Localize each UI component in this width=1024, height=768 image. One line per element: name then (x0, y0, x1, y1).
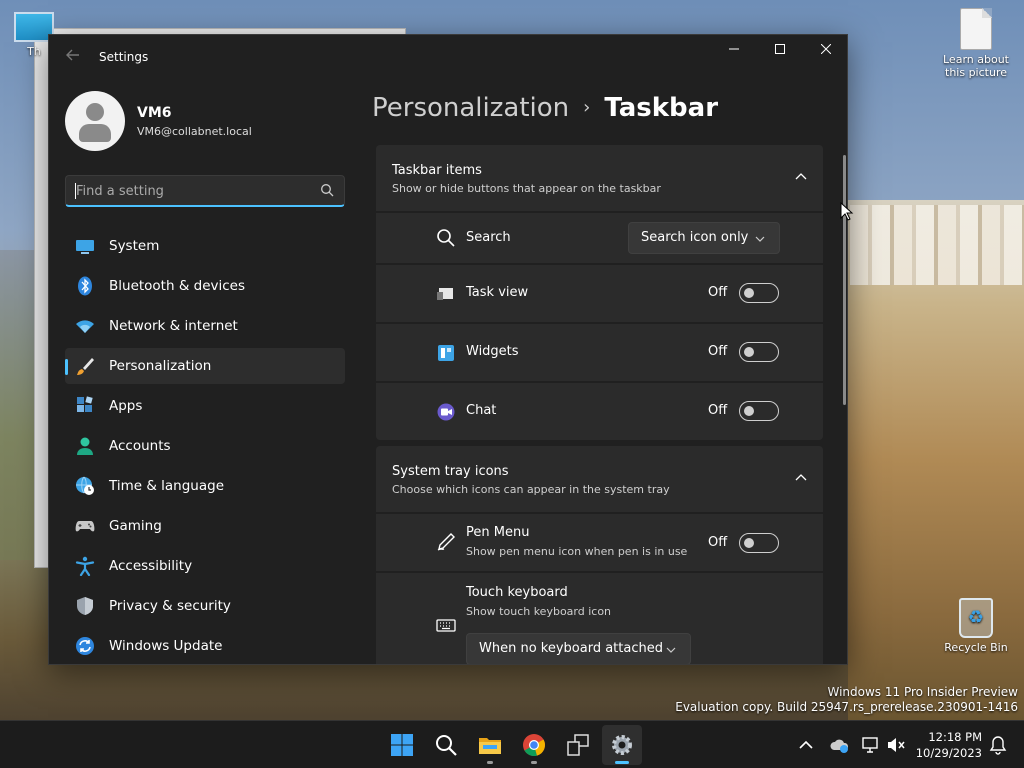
task-view-icon (567, 734, 589, 756)
person-icon (77, 437, 93, 455)
close-button[interactable] (803, 35, 847, 65)
chat-toggle[interactable] (739, 401, 779, 421)
folder-icon (479, 738, 501, 754)
sidebar-item-network[interactable]: Network & internet (65, 308, 345, 344)
settings-app-button[interactable] (602, 725, 642, 765)
apps-icon (77, 396, 93, 412)
system-clock[interactable]: 12:18 PM 10/29/2023 (912, 729, 982, 761)
bluetooth-icon (78, 276, 92, 296)
sidebar-item-personalization[interactable]: Personalization (65, 348, 345, 384)
pen-icon (437, 533, 455, 551)
recycle-bin-icon: ♻ (959, 598, 993, 638)
globe-clock-icon (76, 476, 94, 495)
search-box[interactable] (65, 175, 345, 207)
sidebar-item-apps[interactable]: Apps (65, 388, 345, 424)
windows-logo-icon (391, 734, 413, 756)
evaluation-watermark: Windows 11 Pro Insider Preview Evaluatio… (675, 685, 1018, 714)
taskbar-items-header[interactable]: Taskbar items Show or hide buttons that … (376, 145, 823, 211)
start-button[interactable] (382, 725, 422, 765)
pen-menu-row: Pen Menu Show pen menu icon when pen is … (376, 514, 823, 571)
wifi-icon (76, 320, 94, 333)
pen-menu-toggle[interactable] (739, 533, 779, 553)
task-view-toggle[interactable] (739, 283, 779, 303)
mouse-cursor-icon (840, 202, 854, 221)
taskbar: 12:18 PM 10/29/2023 (0, 720, 1024, 768)
user-name: VM6 (137, 105, 172, 121)
recycle-bin-desktop-icon[interactable]: ♻ Recycle Bin (940, 598, 1012, 654)
sidebar-item-privacy[interactable]: Privacy & security (65, 588, 345, 624)
file-icon (960, 8, 992, 50)
settings-content: Taskbar items Show or hide buttons that … (376, 145, 823, 664)
chrome-icon (523, 734, 545, 757)
gamepad-icon (75, 521, 95, 532)
search-icon (436, 735, 457, 756)
user-email: VM6@collabnet.local (137, 125, 252, 138)
scrollbar[interactable] (843, 155, 846, 405)
sidebar-item-gaming[interactable]: Gaming (65, 508, 345, 544)
onedrive-icon[interactable] (830, 735, 850, 755)
chrome-button[interactable] (514, 725, 554, 765)
breadcrumb-separator: › (583, 97, 591, 118)
gear-icon (612, 735, 632, 755)
chat-row: Chat Off (376, 383, 823, 440)
file-explorer-button[interactable] (470, 725, 510, 765)
back-button[interactable] (63, 47, 83, 67)
minimize-icon (729, 48, 739, 50)
search-input[interactable] (66, 176, 306, 206)
search-mode-dropdown[interactable]: Search icon only (628, 222, 780, 254)
window-title: Settings (99, 50, 149, 64)
sidebar-item-time-language[interactable]: Time & language (65, 468, 345, 504)
sidebar-item-bluetooth[interactable]: Bluetooth & devices (65, 268, 345, 304)
taskbar-search-button[interactable] (426, 725, 466, 765)
settings-window: Settings VM6 VM6@collabnet.local System … (48, 34, 848, 665)
search-row: Search Search icon only (376, 213, 823, 263)
shield-icon (77, 597, 93, 615)
title-bar[interactable]: Settings (49, 35, 847, 79)
task-view-icon (437, 288, 453, 300)
search-icon (437, 229, 455, 247)
breadcrumb: Personalization › Taskbar (372, 93, 718, 123)
system-tray-header[interactable]: System tray icons Choose which icons can… (376, 446, 823, 512)
sidebar-item-system[interactable]: System (65, 228, 345, 264)
page-title: Taskbar (604, 93, 719, 123)
notification-bell-icon[interactable] (988, 735, 1008, 755)
widgets-icon (438, 345, 454, 361)
avatar (65, 91, 125, 151)
breadcrumb-parent[interactable]: Personalization (372, 93, 569, 123)
chevron-down-icon (755, 236, 765, 242)
touch-keyboard-row: Touch keyboard Show touch keyboard icon … (376, 573, 823, 664)
accessibility-icon (75, 556, 95, 576)
sidebar-nav: System Bluetooth & devices Network & int… (65, 228, 345, 664)
monitor-icon (76, 240, 94, 254)
minimize-button[interactable] (711, 35, 757, 65)
network-icon[interactable] (860, 735, 880, 755)
widgets-row: Widgets Off (376, 324, 823, 381)
keyboard-icon (436, 619, 456, 632)
widgets-toggle[interactable] (739, 342, 779, 362)
update-icon (76, 637, 94, 655)
text-caret (75, 183, 76, 199)
maximize-icon (775, 44, 785, 54)
brush-icon (77, 358, 94, 375)
sidebar-item-windows-update[interactable]: Windows Update (65, 628, 345, 664)
task-view-row: Task view Off (376, 265, 823, 322)
chevron-up-icon[interactable] (795, 171, 807, 183)
chevron-down-icon (666, 647, 676, 653)
search-icon[interactable] (320, 183, 334, 197)
close-icon (820, 43, 832, 55)
volume-muted-icon[interactable] (886, 735, 906, 755)
maximize-button[interactable] (757, 35, 803, 65)
chevron-up-icon[interactable] (796, 735, 816, 755)
chat-icon (437, 403, 455, 421)
learn-picture-desktop-icon[interactable]: Learn about this picture (936, 8, 1016, 79)
touch-keyboard-dropdown[interactable]: When no keyboard attached (466, 633, 691, 664)
sidebar-item-accessibility[interactable]: Accessibility (65, 548, 345, 584)
chevron-up-icon[interactable] (795, 472, 807, 484)
sidebar-item-accounts[interactable]: Accounts (65, 428, 345, 464)
arrow-left-icon (66, 49, 79, 61)
wallpaper-town (850, 205, 1024, 285)
task-view-button[interactable] (558, 725, 598, 765)
